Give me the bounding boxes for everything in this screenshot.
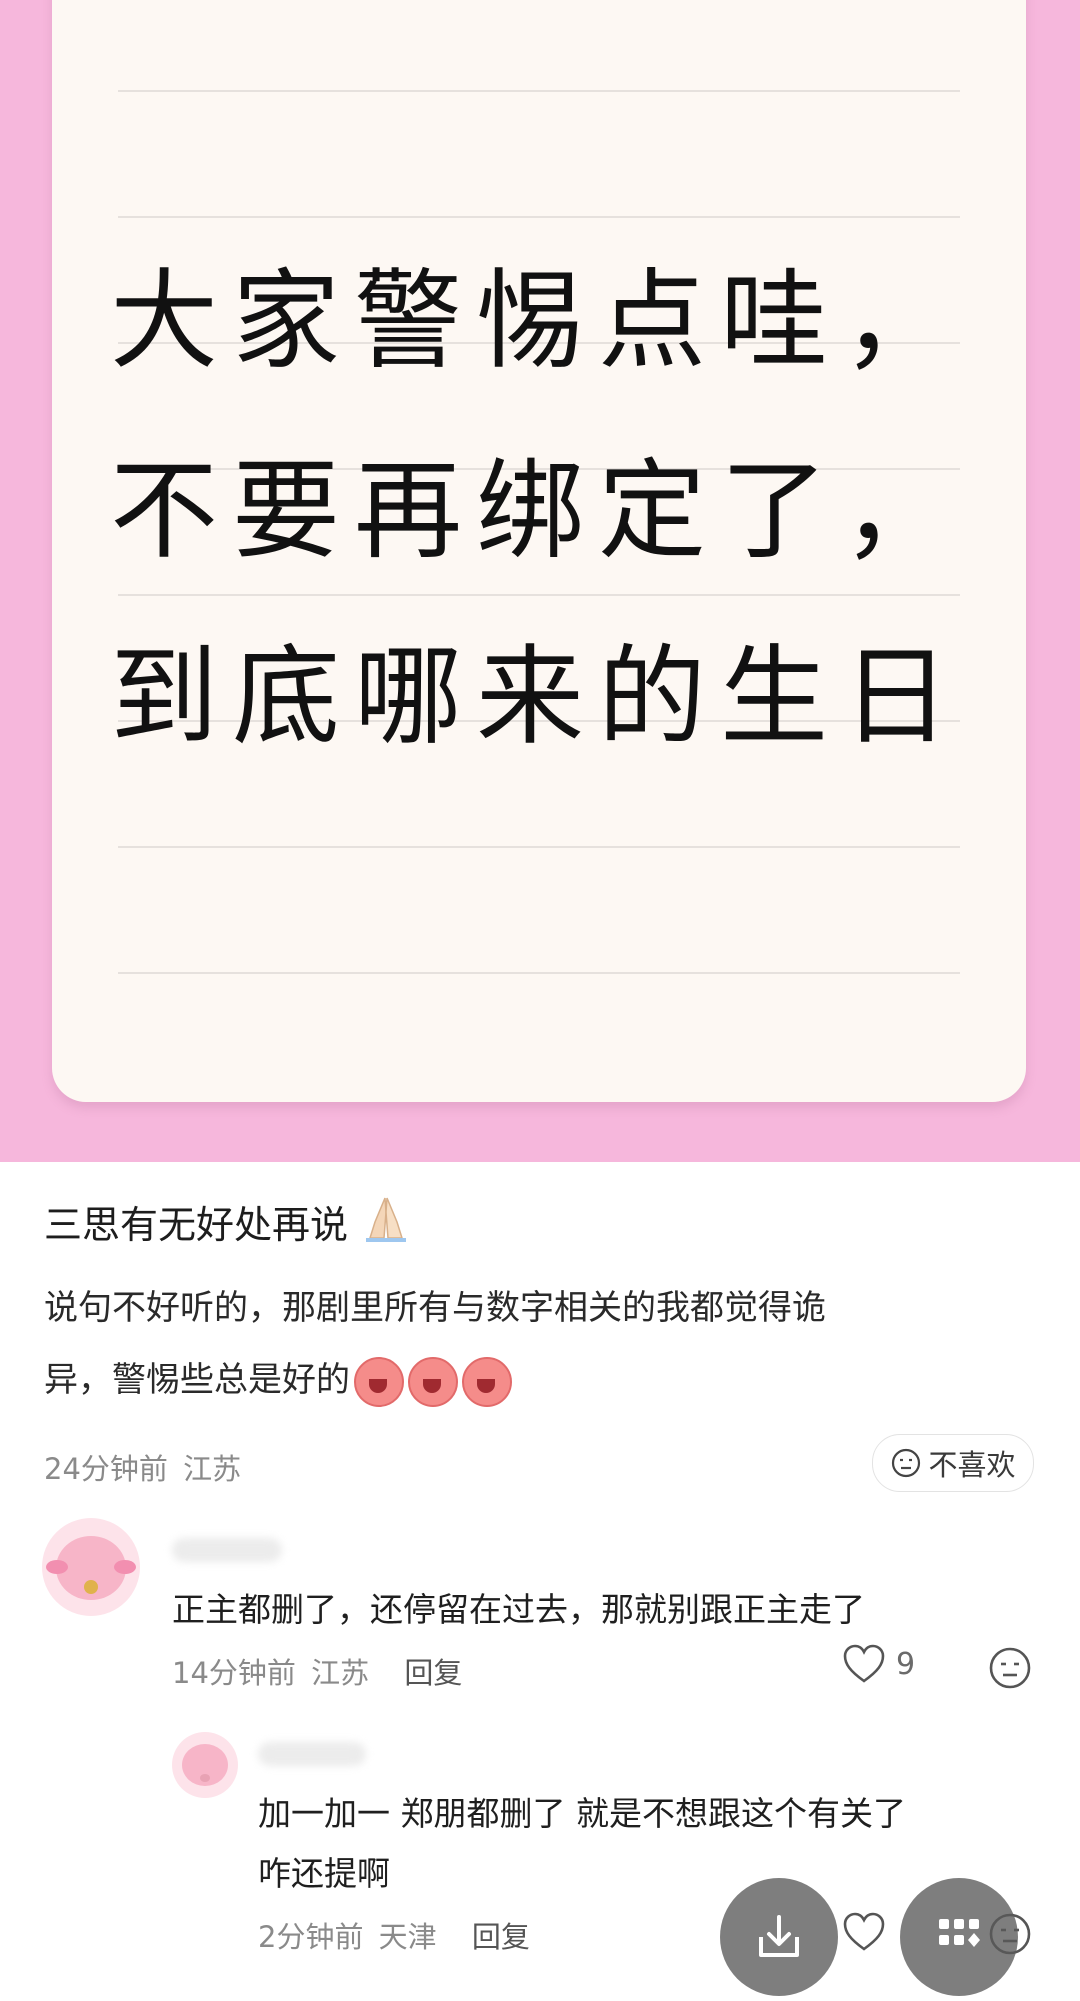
post-location: 江苏 bbox=[183, 1452, 242, 1486]
avatar[interactable] bbox=[172, 1732, 238, 1798]
folded-hands-icon bbox=[360, 1192, 412, 1244]
blurred-username[interactable] bbox=[172, 1538, 282, 1562]
avatar[interactable] bbox=[42, 1518, 140, 1616]
heart-icon bbox=[842, 1644, 886, 1684]
post-body-line-2-text: 异，警惕些总是好的 bbox=[44, 1360, 350, 1400]
reply-2-reply-button[interactable]: 回复 bbox=[472, 1920, 530, 1954]
dislike-button[interactable]: 不喜欢 bbox=[872, 1434, 1034, 1492]
neutral-face-icon bbox=[890, 1447, 922, 1479]
ruled-line bbox=[118, 90, 960, 92]
like-count: 9 bbox=[896, 1646, 916, 1682]
reply-1-time: 14分钟前 bbox=[172, 1656, 296, 1690]
like-button[interactable]: 9 bbox=[842, 1644, 915, 1684]
crying-emoji-icon bbox=[354, 1356, 404, 1407]
grid-menu-button[interactable] bbox=[900, 1878, 1018, 1996]
post-image[interactable]: 大家警惕点哇， 不要再绑定了， 到底哪来的生日 bbox=[0, 0, 1080, 1162]
note-line-1: 大家警惕点哇， bbox=[110, 259, 965, 384]
post-body-line-1: 说句不好听的，那剧里所有与数字相关的我都觉得诡 bbox=[44, 1288, 826, 1328]
reply-1-text: 正主都删了，还停留在过去，那就别跟正主走了 bbox=[172, 1590, 865, 1629]
note-line-2: 不要再绑定了， bbox=[110, 449, 965, 574]
reply-1-meta: 14分钟前 江苏 回复 bbox=[172, 1650, 462, 1692]
ruled-line bbox=[118, 972, 960, 974]
post-title-text: 三思有无好处再说 bbox=[44, 1203, 349, 1247]
dislike-label: 不喜欢 bbox=[928, 1448, 1016, 1482]
heart-icon[interactable] bbox=[842, 1912, 886, 1952]
reply-2-location: 天津 bbox=[378, 1920, 437, 1954]
reply-1-reply-button[interactable]: 回复 bbox=[404, 1656, 462, 1690]
post-body-line-2: 异，警惕些总是好的 bbox=[44, 1344, 1034, 1416]
reply-2-meta: 2分钟前 天津 回复 bbox=[258, 1914, 530, 1956]
ruled-line bbox=[118, 216, 960, 218]
download-button[interactable] bbox=[720, 1878, 838, 1996]
download-icon bbox=[749, 1907, 809, 1967]
note-line-3: 到底哪来的生日 bbox=[110, 635, 965, 760]
reply-1-location: 江苏 bbox=[311, 1656, 370, 1690]
reply-2-time: 2分钟前 bbox=[258, 1920, 364, 1954]
grid-icon bbox=[929, 1907, 989, 1967]
blurred-username[interactable] bbox=[258, 1742, 366, 1766]
crying-emoji-icon bbox=[408, 1356, 458, 1407]
post-meta: 24分钟前 江苏 bbox=[44, 1446, 241, 1488]
post-time: 24分钟前 bbox=[44, 1452, 168, 1486]
post-body: 说句不好听的，那剧里所有与数字相关的我都觉得诡 异，警惕些总是好的 bbox=[44, 1272, 1034, 1416]
note-card: 大家警惕点哇， 不要再绑定了， 到底哪来的生日 bbox=[52, 0, 1026, 1102]
reply-2-line-1: 加一加一 郑朋都删了 就是不想跟这个有关了 bbox=[258, 1794, 906, 1833]
neutral-face-icon[interactable] bbox=[988, 1646, 1032, 1690]
ruled-line bbox=[118, 594, 960, 596]
post-title: 三思有无好处再说 bbox=[44, 1192, 412, 1249]
ruled-line bbox=[118, 846, 960, 848]
crying-emoji-icon bbox=[462, 1356, 512, 1407]
